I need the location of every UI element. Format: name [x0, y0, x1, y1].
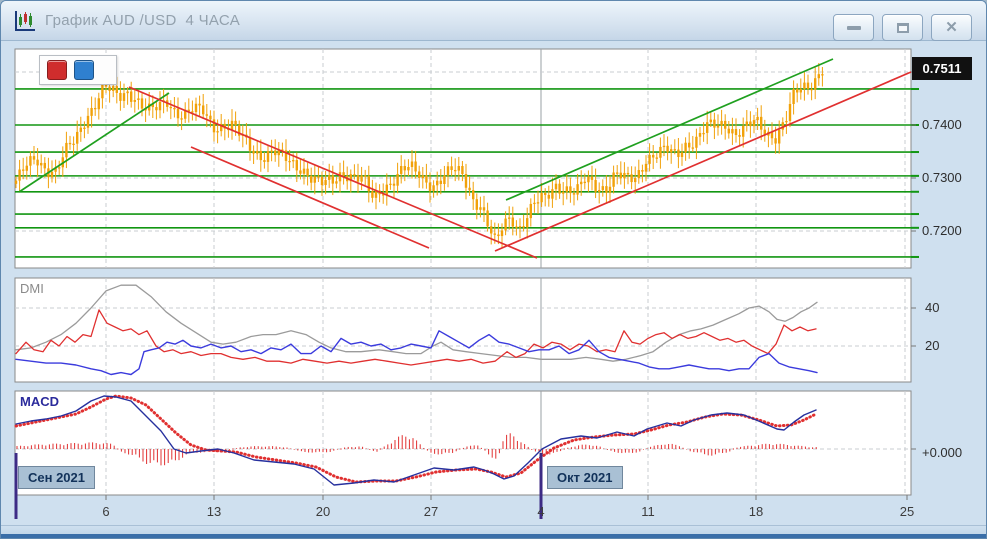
price-axis-label: 0.7400 — [922, 117, 962, 132]
x-axis-date-label: 27 — [424, 504, 438, 519]
x-axis-date-label: 20 — [316, 504, 330, 519]
blue-square-button[interactable] — [74, 60, 94, 80]
price-axis-label: 0.7300 — [922, 170, 962, 185]
dmi-axis-label: 20 — [925, 338, 939, 353]
current-price-badge: 0.7511 — [912, 57, 972, 80]
chart-legend-toolbar — [39, 55, 117, 85]
window-bottom-frame — [1, 525, 986, 538]
dmi-axis-label: 40 — [925, 300, 939, 315]
price-axis-label: 0.7200 — [922, 223, 962, 238]
dmi-pane-label: DMI — [20, 281, 44, 296]
month-badge: Окт 2021 — [547, 466, 623, 489]
x-axis-date-label: 13 — [207, 504, 221, 519]
red-square-button[interactable] — [47, 60, 67, 80]
macd-axis-label: +0.000 — [922, 445, 962, 460]
x-axis-date-label: 4 — [537, 504, 544, 519]
macd-pane-label: MACD — [20, 394, 59, 409]
x-axis-date-label: 18 — [749, 504, 763, 519]
x-axis-date-label: 6 — [102, 504, 109, 519]
chart-window: График AUD /USD 4 ЧАСА ✕ DMI MACD 0.7511… — [0, 0, 987, 539]
x-axis-date-label: 11 — [641, 504, 655, 519]
month-badge: Сен 2021 — [18, 466, 95, 489]
price-chart-canvas[interactable] — [1, 1, 987, 539]
x-axis-date-label: 25 — [900, 504, 914, 519]
